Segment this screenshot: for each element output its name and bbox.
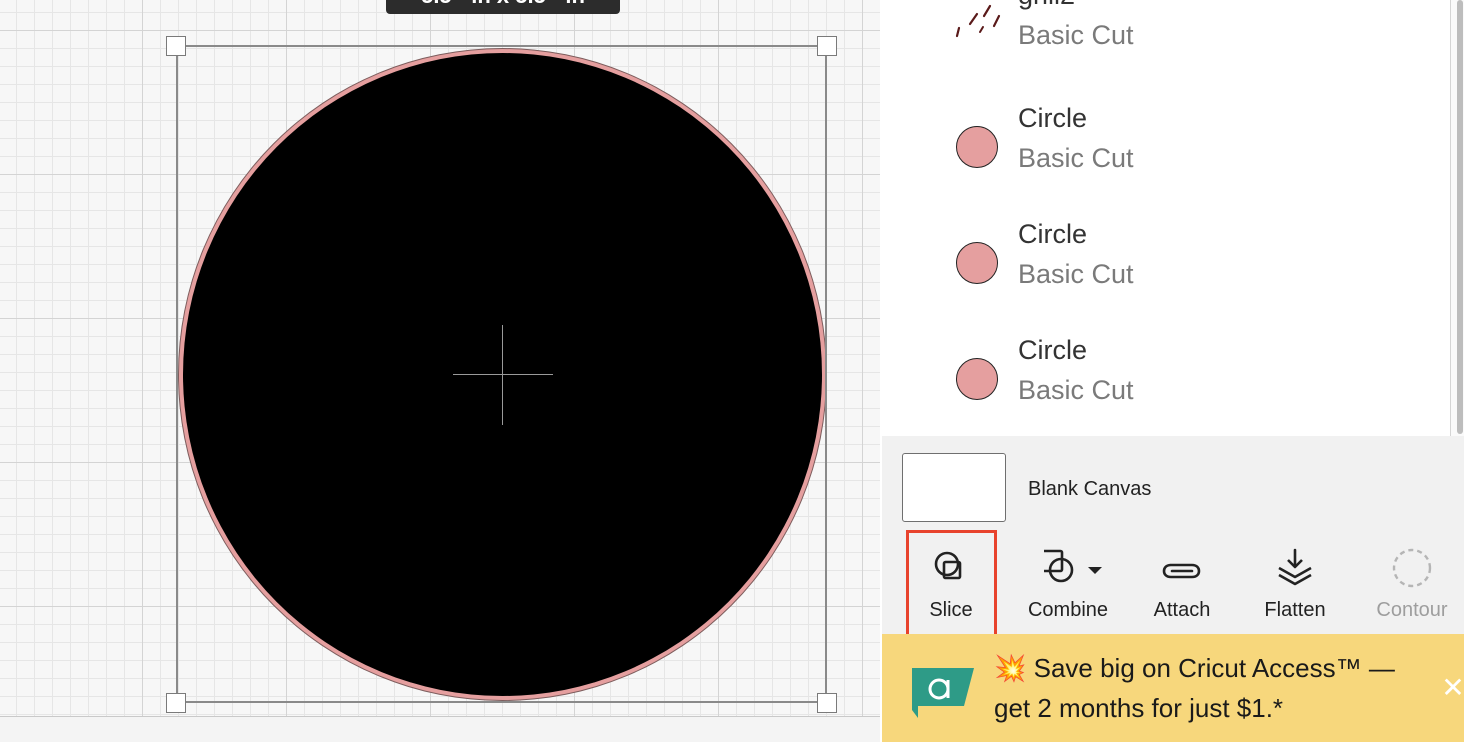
layer-item-circle-2[interactable]: Circle Basic Cut (950, 219, 1430, 320)
combine-icon (1044, 549, 1102, 583)
design-canvas[interactable]: 5.5 · in x 5.5 · in (0, 0, 880, 742)
brush-strokes-icon (950, 0, 1006, 49)
flatten-label: Flatten (1264, 599, 1326, 621)
resize-handle-bottom-left[interactable] (166, 693, 186, 713)
slice-button[interactable]: Slice (901, 540, 1001, 632)
circle-layer-icon (956, 126, 998, 168)
paperclip-icon (1162, 563, 1201, 579)
close-icon[interactable]: ✕ (1440, 674, 1464, 702)
size-tooltip: 5.5 · in x 5.5 · in (386, 0, 620, 14)
layer-name: grill2 (1018, 0, 1075, 11)
circle-layer-icon (956, 358, 998, 400)
selection-bounding-box[interactable] (176, 45, 827, 703)
combine-label: Combine (1027, 599, 1109, 621)
circle-layer-icon (956, 242, 998, 284)
ruler-bottom (0, 716, 880, 742)
layer-name: Circle (1018, 103, 1088, 133)
layer-name: Circle (1018, 219, 1088, 249)
resize-handle-top-right[interactable] (817, 36, 837, 56)
blank-canvas-thumbnail[interactable] (902, 453, 1006, 522)
slice-label: Slice (929, 599, 973, 621)
blank-canvas-label: Blank Canvas (1028, 478, 1152, 500)
resize-handle-bottom-right[interactable] (817, 693, 837, 713)
layer-item-grill2[interactable]: grill2 Basic Cut (950, 0, 1430, 94)
promo-text-line1: 💥 Save big on Cricut Access™ — (994, 653, 1395, 683)
resize-handle-top-left[interactable] (166, 36, 186, 56)
flatten-icon (1278, 548, 1312, 586)
layer-operation: Basic Cut (1018, 143, 1134, 173)
slice-icon (934, 551, 962, 580)
flatten-button[interactable]: Flatten (1245, 540, 1345, 632)
attach-button[interactable]: Attach (1132, 540, 1232, 632)
layer-item-circle-1[interactable]: Circle Basic Cut (950, 103, 1430, 204)
contour-button[interactable]: Contour (1362, 540, 1462, 632)
cricut-access-logo-icon (912, 662, 978, 723)
contour-icon (1392, 548, 1432, 588)
promo-text-line2: get 2 months for just $1.* (994, 693, 1284, 723)
layers-scrollbar-thumb[interactable] (1457, 0, 1463, 434)
combine-button[interactable]: Combine (1018, 540, 1118, 632)
contour-label: Contour (1376, 599, 1448, 621)
layer-operation: Basic Cut (1018, 20, 1134, 50)
layer-name: Circle (1018, 335, 1088, 365)
layer-item-circle-3[interactable]: Circle Basic Cut (950, 335, 1430, 436)
attach-label: Attach (1153, 599, 1211, 621)
layer-operation: Basic Cut (1018, 259, 1134, 289)
layer-operation: Basic Cut (1018, 375, 1134, 405)
